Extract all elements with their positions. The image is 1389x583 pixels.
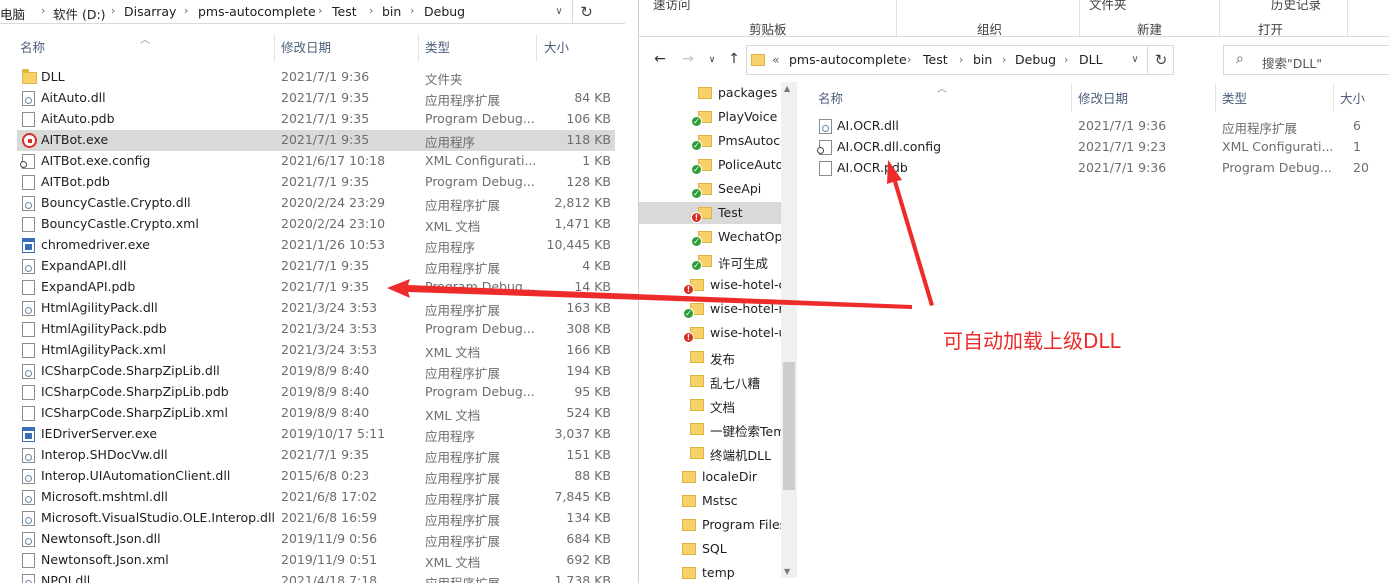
annotation-arrows — [387, 160, 934, 309]
annotation-label: 可自动加载上级DLL — [943, 329, 1121, 353]
annotation-arrow-up — [887, 160, 934, 306]
annotation-arrow-left — [387, 279, 912, 309]
